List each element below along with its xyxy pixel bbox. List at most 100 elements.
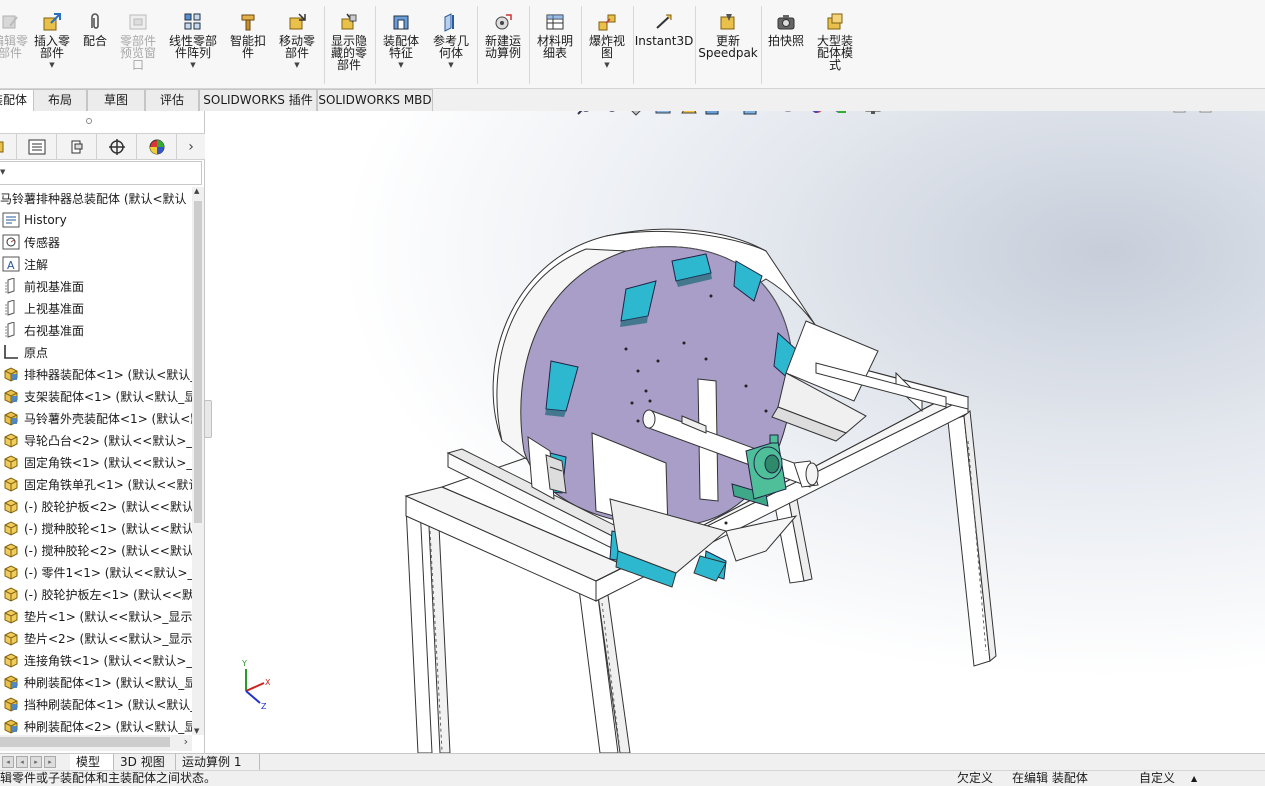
scroll-down-icon[interactable]: ▼ — [194, 727, 199, 735]
tree-item[interactable]: History — [0, 209, 192, 231]
insert-components-button[interactable]: 插入零 部件 ▼ — [30, 12, 74, 69]
smart-fasteners-icon — [238, 12, 258, 32]
insert-components-icon — [42, 12, 62, 32]
instant3d-button[interactable]: Instant3D — [635, 12, 693, 47]
chevron-down-icon[interactable]: ▼ — [190, 61, 195, 69]
tree-item[interactable]: 导轮凸台<2> (默认<<默认>_显 — [0, 429, 192, 451]
graphics-area[interactable]: ▼ ▼ ▼ ▼ ▼ — [206, 111, 1265, 753]
tree-scroll-thumb[interactable] — [194, 201, 202, 523]
tab-evaluate[interactable]: 评估 — [145, 89, 199, 111]
status-bar: 编辑零件或子装配体和主装配体之间状态。 欠定义 在编辑 装配体 自定义 ▲ — [0, 770, 1265, 786]
tree-horizontal-scrollbar[interactable]: › — [0, 735, 192, 751]
tree-item[interactable]: 原点 — [0, 341, 192, 363]
chevron-down-icon[interactable]: ▼ — [398, 61, 403, 69]
tab-model[interactable]: 模型 — [70, 754, 114, 770]
panel-splitter-handle[interactable] — [204, 400, 212, 438]
large-assembly-mode-button[interactable]: 大型装 配体模 式 — [812, 12, 858, 71]
chevron-down-icon[interactable]: ▼ — [294, 61, 299, 69]
edit-component-button[interactable]: 编辑零 部件 — [0, 12, 30, 59]
take-snapshot-button[interactable]: 拍快照 — [764, 12, 808, 47]
linear-component-pattern-button[interactable]: 线性零部 件阵列 ▼ — [164, 12, 222, 69]
tree-item[interactable]: 固定角铁<1> (默认<<默认>_显 — [0, 451, 192, 473]
bill-of-materials-button[interactable]: 材料明 细表 — [532, 12, 578, 59]
chevron-down-icon[interactable]: ▼ — [604, 61, 609, 69]
tree-filter-box[interactable]: ▼ — [0, 161, 202, 185]
tab-motion-study-1[interactable]: 运动算例 1 — [176, 754, 260, 770]
exploded-view-icon — [597, 12, 617, 32]
tree-vertical-scrollbar[interactable]: ▲ ▼ — [192, 187, 204, 735]
reference-geometry-button[interactable]: 参考几 何体 ▼ — [428, 12, 474, 69]
smart-fasteners-button[interactable]: 智能扣 件 — [226, 12, 270, 59]
status-message: 编辑零件或子装配体和主装配体之间状态。 — [0, 771, 217, 785]
panel-tabs-next-button[interactable]: › — [177, 134, 205, 160]
dimxpert-manager-tab[interactable] — [97, 134, 137, 160]
display-manager-tab[interactable] — [137, 134, 177, 160]
ribbon-separator — [324, 6, 325, 84]
tree-item[interactable]: (-) 胶轮护板左<1> (默认<<默 — [0, 583, 192, 605]
tree-item[interactable]: 支架装配体<1> (默认<默认_显 — [0, 385, 192, 407]
component-preview-window-button[interactable]: 零部件 预览窗 口 — [116, 12, 160, 71]
tab-3d-views[interactable]: 3D 视图 — [114, 754, 176, 770]
filter-dropdown-icon[interactable]: ▼ — [0, 168, 5, 176]
tree-item[interactable]: A 注解 — [0, 253, 192, 275]
feature-manager-tab[interactable] — [0, 134, 17, 160]
tree-item[interactable]: (-) 零件1<1> (默认<<默认>_显 — [0, 561, 192, 583]
tree-item[interactable]: 挡种刷装配体<1> (默认<默认_ — [0, 693, 192, 715]
tree-item[interactable]: (-) 搅种胶轮<1> (默认<<默认 — [0, 517, 192, 539]
tree-item[interactable]: 右视基准面 — [0, 319, 192, 341]
status-units-custom[interactable]: 自定义 — [1139, 771, 1175, 786]
ribbon-separator — [477, 6, 478, 84]
tab-layout[interactable]: 布局 — [33, 89, 87, 111]
tree-item-label: 支架装配体<1> (默认<默认_显 — [24, 389, 192, 404]
tab-solidworks-addins[interactable]: SOLIDWORKS 插件 — [199, 89, 317, 111]
reference-geometry-icon — [441, 12, 461, 32]
tab-sketch[interactable]: 草图 — [87, 89, 145, 111]
last-tab-icon[interactable]: ▸ — [44, 756, 56, 768]
chevron-down-icon[interactable]: ▼ — [448, 61, 453, 69]
tree-item[interactable]: 马铃薯外壳装配体<1> (默认<默 — [0, 407, 192, 429]
tree-root-label: 马铃薯排种器总装配体 (默认<默认 — [0, 191, 187, 206]
tree-item[interactable]: 垫片<1> (默认<<默认>_显示状 — [0, 605, 192, 627]
smart-fasteners-label: 智能扣 件 — [229, 34, 266, 60]
tab-solidworks-mbd[interactable]: SOLIDWORKS MBD — [317, 89, 433, 111]
panel-manager-tabs: › — [0, 133, 205, 160]
tree-item[interactable]: 种刷装配体<2> (默认<默认_显 — [0, 715, 192, 735]
new-motion-study-button[interactable]: 新建运 动算例 — [480, 12, 526, 59]
next-tab-icon[interactable]: ▸ — [30, 756, 42, 768]
tree-item[interactable]: 连接角铁<1> (默认<<默认>_显 — [0, 649, 192, 671]
update-speedpak-button[interactable]: 更新 Speedpak — [698, 12, 758, 59]
tree-item[interactable]: 传感器 — [0, 231, 192, 253]
first-tab-icon[interactable]: ◂ — [2, 756, 14, 768]
tree-item[interactable]: 前视基准面 — [0, 275, 192, 297]
ribbon-separator — [529, 6, 530, 84]
chevron-down-icon[interactable]: ▼ — [49, 61, 54, 69]
tree-item[interactable]: (-) 搅种胶轮<2> (默认<<默认 — [0, 539, 192, 561]
tree-item[interactable]: 种刷装配体<1> (默认<默认_显 — [0, 671, 192, 693]
panel-grip-icon[interactable] — [86, 118, 92, 124]
tree-item-label: History — [24, 213, 67, 227]
scroll-up-icon[interactable]: ▲ — [194, 187, 199, 195]
prev-tab-icon[interactable]: ◂ — [16, 756, 28, 768]
scroll-right-icon[interactable]: › — [184, 735, 188, 748]
units-dropdown-icon[interactable]: ▲ — [1191, 771, 1197, 786]
tree-item-label: 连接角铁<1> (默认<<默认>_显 — [24, 653, 192, 668]
assembly-features-button[interactable]: 装配体 特征 ▼ — [378, 12, 424, 69]
property-manager-tab[interactable] — [17, 134, 57, 160]
tree-item[interactable]: 排种器装配体<1> (默认<默认_ — [0, 363, 192, 385]
update-speedpak-label: 更新 Speedpak — [698, 34, 758, 60]
property-manager-icon — [28, 139, 45, 155]
tree-item[interactable]: 固定角铁单孔<1> (默认<<默认 — [0, 473, 192, 495]
tab-assembly[interactable]: 装配体 — [0, 89, 34, 112]
mate-button[interactable]: 配合 — [80, 12, 110, 47]
show-hidden-components-button[interactable]: 显示隐 藏的零 部件 — [326, 12, 372, 71]
configuration-manager-tab[interactable] — [57, 134, 97, 160]
tree-item[interactable]: (-) 胶轮护板<2> (默认<<默认 — [0, 495, 192, 517]
tree-item[interactable]: 上视基准面 — [0, 297, 192, 319]
linear-component-pattern-label: 线性零部 件阵列 — [168, 34, 217, 60]
exploded-view-button[interactable]: 爆炸视 图 ▼ — [584, 12, 630, 69]
tree-root-assembly[interactable]: 马铃薯排种器总装配体 (默认<默认 — [0, 187, 192, 209]
assembly-model-render[interactable]: Y X Z — [206, 111, 1265, 753]
move-component-button[interactable]: 移动零 部件 ▼ — [274, 12, 320, 69]
tree-item[interactable]: 垫片<2> (默认<<默认>_显示状 — [0, 627, 192, 649]
tree-hscroll-thumb[interactable] — [0, 737, 170, 747]
